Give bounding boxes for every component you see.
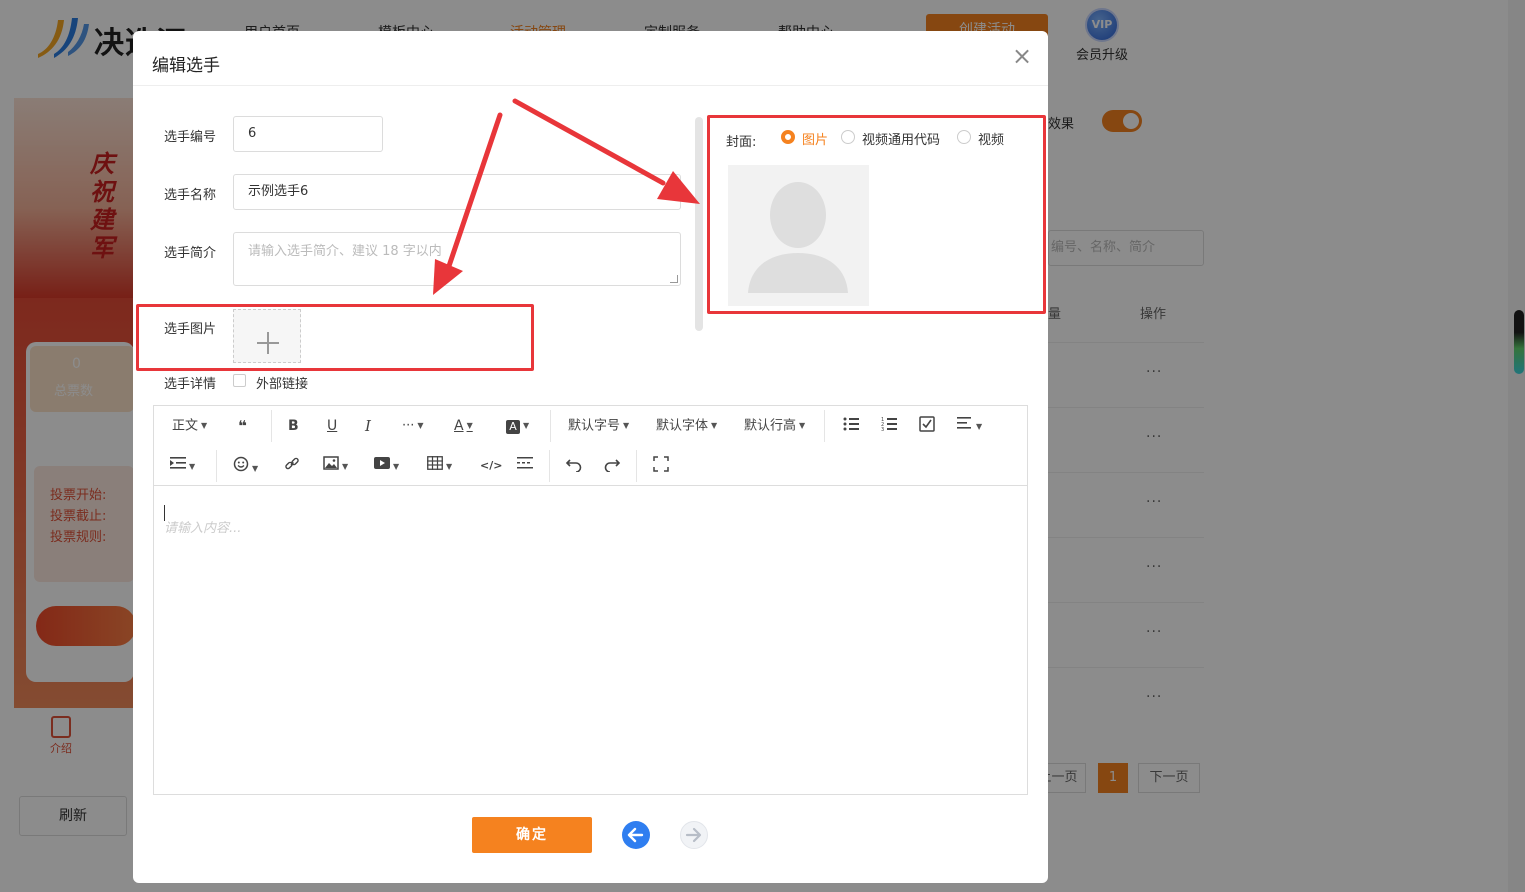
player-number-input[interactable]: 6 [233, 116, 383, 152]
more-styles-icon[interactable]: ··· ▼ [402, 416, 424, 436]
editor-placeholder: 请输入内容... [164, 521, 242, 536]
font-family-dropdown[interactable]: 默认字体 ▼ [656, 416, 717, 436]
align-icon[interactable]: ▼ [957, 416, 982, 436]
table-insert-icon[interactable]: ▼ [427, 456, 452, 476]
confirm-button[interactable]: 确定 [472, 817, 592, 853]
form-scrollbar[interactable] [695, 117, 703, 331]
font-size-dropdown[interactable]: 默认字号 ▼ [568, 416, 629, 436]
editor-content-area[interactable]: 请输入内容... [154, 487, 1027, 794]
line-height-label: 默认行高 [744, 418, 797, 434]
font-family-label: 默认字体 [656, 418, 709, 434]
numbered-list-icon[interactable]: 123 [881, 416, 897, 436]
image-insert-icon[interactable]: ▼ [323, 456, 348, 476]
underline-icon[interactable]: U [327, 416, 337, 436]
italic-icon[interactable]: I [365, 416, 371, 436]
arrow-left-icon [627, 827, 644, 843]
bold-icon[interactable]: B [288, 416, 299, 436]
bulleted-list-icon[interactable] [843, 416, 859, 436]
previous-player-button[interactable] [622, 821, 650, 849]
redo-icon[interactable] [603, 456, 621, 476]
arrow-right-icon [685, 827, 702, 843]
svg-text:3: 3 [881, 427, 884, 432]
player-intro-textarea[interactable]: 请输入选手简介、建议 18 字以内 [233, 232, 681, 286]
font-size-label: 默认字号 [568, 418, 621, 434]
code-icon[interactable]: </> [480, 456, 502, 476]
todo-checkbox-icon[interactable] [919, 416, 935, 436]
background-color-icon[interactable]: A ▼ [506, 416, 529, 436]
player-number-label: 选手编号 [164, 130, 217, 145]
dialog-header-divider [133, 85, 1048, 86]
toolbar-separator [824, 410, 825, 442]
indent-icon[interactable]: ▼ [170, 456, 195, 476]
link-icon[interactable] [284, 456, 300, 476]
quote-icon[interactable]: ❝ [238, 416, 247, 436]
undo-icon[interactable] [565, 456, 583, 476]
player-name-input[interactable]: 示例选手6 [233, 174, 681, 210]
fullscreen-icon[interactable] [653, 456, 669, 476]
toolbar-separator [549, 450, 550, 482]
next-player-button[interactable] [680, 821, 708, 849]
font-color-icon[interactable]: A ▼ [454, 416, 473, 436]
player-detail-label: 选手详情 [164, 377, 217, 392]
line-height-dropdown[interactable]: 默认行高 ▼ [744, 416, 805, 436]
rich-text-editor: 正文 ▼ ❝ B U I ··· ▼ A ▼ A ▼ 默认字号 ▼ 默认字体 ▼ 默认行高 ▼… [153, 405, 1028, 795]
toolbar-separator [216, 450, 217, 482]
video-insert-icon[interactable]: ▼ [374, 456, 399, 476]
paragraph-format-dropdown[interactable]: 正文 ▼ [172, 416, 207, 436]
external-link-checkbox[interactable] [233, 374, 246, 387]
toolbar-separator [636, 450, 637, 482]
toolbar-separator [271, 410, 272, 442]
external-link-label[interactable]: 外部链接 [256, 373, 308, 392]
toolbar-separator [550, 410, 551, 442]
annotation-box-cover [707, 115, 1046, 314]
edit-player-dialog: 编辑选手 × 选手编号 6 选手名称 示例选手6 选手简介 请输入选手简介、建议… [133, 31, 1048, 883]
close-icon[interactable]: × [1011, 44, 1033, 68]
player-name-label: 选手名称 [164, 188, 217, 203]
divider-line-icon[interactable] [517, 456, 533, 476]
emoji-icon[interactable]: ▼ [233, 456, 258, 476]
editor-toolbar-row-2: ▼ ▼ ▼ ▼ ▼ </> [154, 446, 1027, 486]
editor-toolbar-row-1: 正文 ▼ ❝ B U I ··· ▼ A ▼ A ▼ 默认字号 ▼ 默认字体 ▼ 默认行高 ▼… [154, 406, 1027, 446]
resize-handle-icon[interactable] [670, 275, 678, 283]
annotation-box-player-image [136, 304, 534, 371]
paragraph-format-label: 正文 [172, 418, 199, 434]
dialog-title: 编辑选手 [152, 56, 220, 76]
player-intro-label: 选手简介 [164, 246, 217, 261]
intro-placeholder: 请输入选手简介、建议 18 字以内 [248, 244, 442, 259]
